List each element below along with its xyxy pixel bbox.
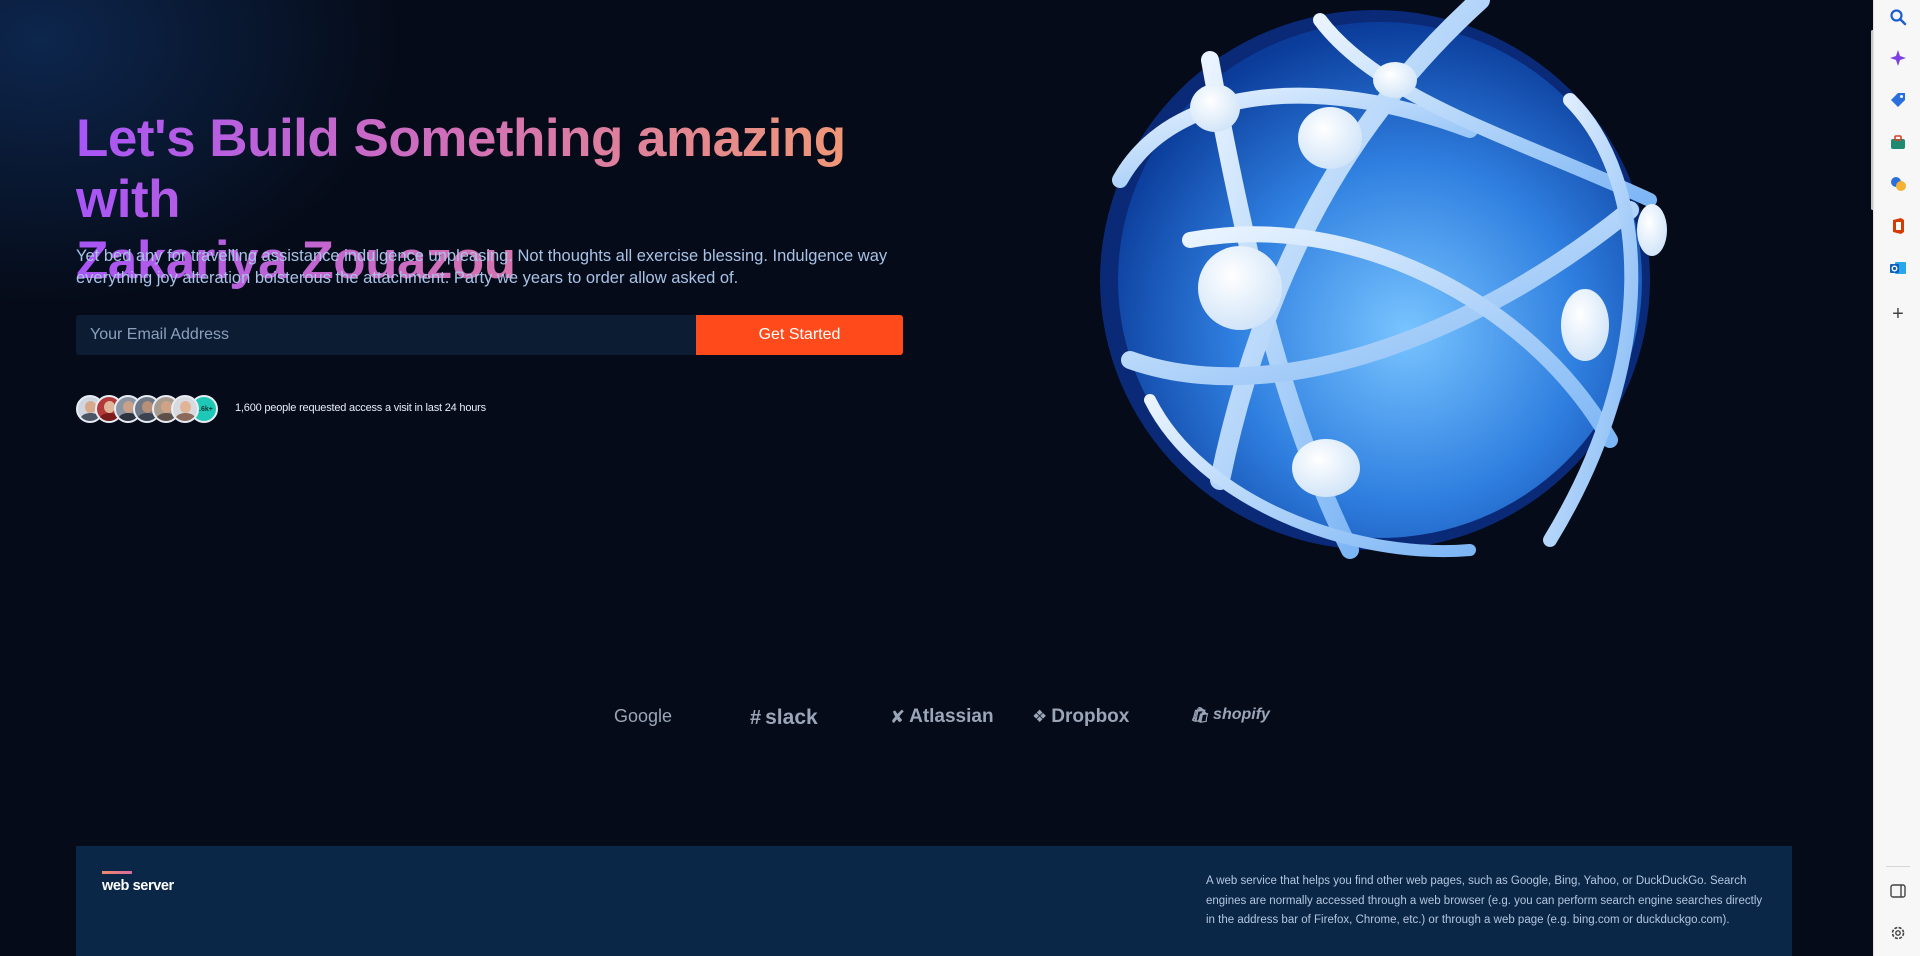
shopping-tag-icon[interactable] xyxy=(1887,89,1909,111)
atlassian-mark-icon: ✘ xyxy=(890,706,906,727)
footer-description: A web service that helps you find other … xyxy=(1206,875,1763,926)
copilot-icon[interactable] xyxy=(1887,47,1909,69)
get-started-button[interactable]: Get Started xyxy=(696,315,903,355)
landing-page: Let's Build Something amazing with Zakar… xyxy=(0,0,1873,956)
logo-shopify-text: shopify xyxy=(1213,706,1270,723)
avatar xyxy=(171,395,199,423)
logo-dropbox: ❖ Dropbox xyxy=(1032,706,1129,728)
footer-accent-line xyxy=(102,871,132,874)
hide-sidebar-icon[interactable] xyxy=(1887,880,1909,902)
shopify-bag-icon: 🛍︎ xyxy=(1190,707,1210,724)
browser-sidebar: + xyxy=(1873,0,1920,956)
outlook-icon[interactable] xyxy=(1887,257,1909,279)
footer-card: web server A web service that helps you … xyxy=(76,846,1792,956)
games-icon[interactable] xyxy=(1887,173,1909,195)
partner-logos: Google # slack ✘ Atlassian ❖ Dropbox 🛍︎ … xyxy=(600,706,1280,736)
logo-shopify: 🛍︎ shopify xyxy=(1190,706,1270,724)
add-icon[interactable]: + xyxy=(1887,303,1909,325)
hero-description: Yet bed any for travelling assistance in… xyxy=(76,247,888,287)
logo-slack-text: slack xyxy=(765,706,818,729)
email-input[interactable] xyxy=(76,315,696,355)
signup-form: Get Started xyxy=(76,315,903,355)
logo-dropbox-text: Dropbox xyxy=(1051,706,1130,727)
logo-google: Google xyxy=(614,706,672,727)
logo-google-text: Google xyxy=(614,706,673,726)
network-globe-illustration xyxy=(1100,0,1667,559)
search-icon[interactable] xyxy=(1887,6,1909,28)
office-icon[interactable] xyxy=(1887,215,1909,237)
avatar-stack: 1.6k+ xyxy=(76,395,218,423)
logo-atlassian-text: Atlassian xyxy=(909,706,994,727)
sidebar-divider xyxy=(1886,866,1910,867)
logo-slack: # slack xyxy=(750,706,818,730)
slack-hash-icon: # xyxy=(750,706,762,729)
social-proof-text: 1,600 people requested access a visit in… xyxy=(235,402,486,414)
hero-title-line-1: Let's Build Something amazing with xyxy=(76,109,846,229)
settings-icon[interactable] xyxy=(1887,922,1909,944)
tools-briefcase-icon[interactable] xyxy=(1887,131,1909,153)
footer-brand[interactable]: web server xyxy=(102,878,174,894)
logo-atlassian: ✘ Atlassian xyxy=(890,706,994,728)
dropbox-box-icon: ❖ xyxy=(1032,707,1048,726)
